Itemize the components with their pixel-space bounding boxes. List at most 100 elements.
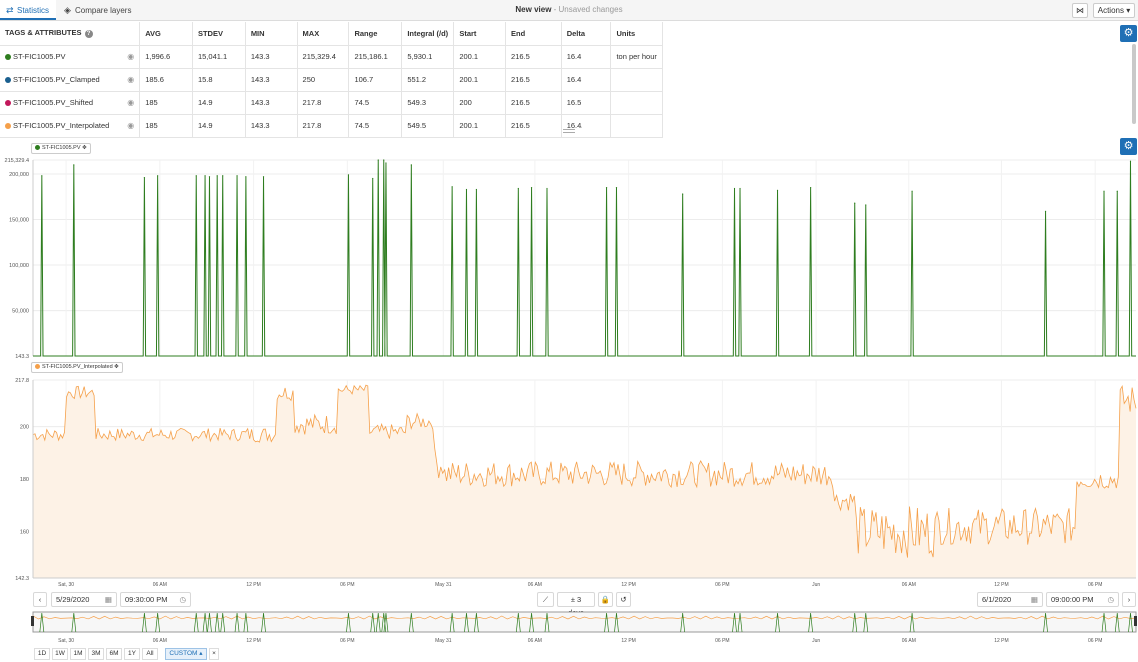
chart-pv[interactable]: 215,329.4 200,000 150,000 100,000 50,000 143.… — [0, 155, 1138, 361]
tag-name-cell[interactable]: ST-FIC1005.PV_Shifted ◉ — [0, 91, 141, 115]
lock-button[interactable]: 🔒 — [598, 592, 613, 607]
table-cell — [610, 68, 663, 92]
x-tick-label: Jun — [812, 582, 820, 588]
eye-icon[interactable]: ◉ — [127, 98, 134, 107]
chart-mode-button[interactable]: ⟋ — [537, 592, 554, 607]
prev-period-button[interactable]: ‹ — [33, 592, 47, 607]
column-header[interactable]: Range — [348, 22, 403, 46]
column-header[interactable]: STDEV — [192, 22, 246, 46]
share-button[interactable]: ⋈ — [1072, 3, 1088, 18]
table-cell: 14.9 — [192, 114, 246, 138]
start-time-field[interactable]: 09:30:00 PM ◷ — [120, 592, 191, 607]
column-header[interactable]: End — [505, 22, 562, 46]
tag-name-cell[interactable]: ST-FIC1005.PV_Interpolated ◉ — [0, 114, 141, 138]
table-cell: 14.9 — [192, 91, 246, 115]
column-header[interactable]: AVG — [139, 22, 193, 46]
data-point — [410, 164, 412, 166]
table-cell: 74.5 — [348, 114, 403, 138]
table-cell: 5,930.1 — [401, 45, 455, 69]
table-scrollbar[interactable] — [1132, 44, 1136, 124]
legend-interpolated[interactable]: ST-FIC1005.PV_Interpolated ✥ — [31, 362, 123, 373]
view-title: New view - Unsaved changes — [515, 5, 623, 14]
table-row[interactable]: ST-FIC1005.PV_Shifted ◉ 185 14.9 143.3 217.8 7… — [0, 91, 663, 115]
y-tick-label: 215,329.4 — [5, 158, 29, 164]
column-header[interactable]: MIN — [245, 22, 298, 46]
calendar-icon[interactable]: ▦ — [1031, 593, 1038, 606]
data-point — [73, 164, 75, 166]
chevron-down-icon: ▾ — [1126, 6, 1131, 15]
column-header[interactable]: Units — [610, 22, 663, 46]
help-icon[interactable]: ? — [84, 30, 93, 39]
data-point — [385, 162, 387, 164]
data-point — [157, 175, 159, 177]
clock-icon[interactable]: ◷ — [1107, 593, 1114, 606]
y-tick-label: 142.3 — [15, 576, 29, 582]
x-tick-label: 12 PM — [246, 638, 260, 644]
x-tick-label: 12 PM — [621, 582, 635, 588]
range-custom-button[interactable]: CUSTOM ▴ — [165, 648, 207, 660]
table-cell: 216.5 — [505, 45, 562, 69]
end-time-field[interactable]: 09:00:00 PM ◷ — [1046, 592, 1119, 607]
y-tick-label: 180 — [20, 477, 29, 483]
column-header[interactable]: Delta — [561, 22, 612, 46]
y-tick-label: 217.8 — [15, 378, 29, 384]
data-point — [615, 187, 618, 189]
table-row[interactable]: ST-FIC1005.PV_Clamped ◉ 185.6 15.8 143.3 250 1… — [0, 68, 663, 92]
x-tick-label: 06 PM — [1088, 638, 1102, 644]
table-cell: 200.1 — [453, 45, 507, 69]
table-row[interactable]: ST-FIC1005.PV ◉ 1,996.6 15,041.1 143.3 215,32… — [0, 45, 663, 69]
x-tick-label: 12 PM — [994, 638, 1008, 644]
range-6m-button[interactable]: 6M — [106, 648, 122, 660]
clock-icon[interactable]: ◷ — [179, 593, 186, 606]
column-header[interactable]: Integral (/d) — [401, 22, 455, 46]
range-1d-button[interactable]: 1D — [34, 648, 50, 660]
time-navigator[interactable]: Sat, 30 06 AM 12 PM 06 PM May 31 06 AM 12 PM 06… — [0, 610, 1138, 646]
close-icon[interactable]: × — [209, 648, 219, 660]
chart-interpolated[interactable]: 217.8 200 180 160 142.3 Sat, 30 06 AM 12 PM 06 P… — [0, 374, 1138, 588]
column-header[interactable]: Start — [453, 22, 507, 46]
table-settings-button[interactable]: ⚙ — [1120, 25, 1137, 42]
table-cell: 216.5 — [505, 114, 562, 138]
x-tick-label: 06 AM — [153, 582, 167, 588]
legend-pv[interactable]: ST-FIC1005.PV ✥ — [31, 143, 91, 154]
range-all-button[interactable]: All — [142, 648, 158, 660]
table-row[interactable]: ST-FIC1005.PV_Interpolated ◉ 185 14.9 143.3 2… — [0, 114, 663, 138]
span-selector[interactable]: ± 3 days — [557, 592, 595, 617]
range-1m-button[interactable]: 1M — [70, 648, 86, 660]
eye-icon[interactable]: ◉ — [127, 52, 134, 61]
calendar-icon[interactable]: ▦ — [105, 593, 112, 606]
eye-icon[interactable]: ◉ — [127, 121, 134, 130]
actions-button[interactable]: Actions ▾ — [1093, 3, 1135, 18]
chart-settings-button[interactable]: ⚙ — [1120, 138, 1137, 155]
resize-handle[interactable] — [563, 129, 575, 133]
range-1y-button[interactable]: 1Y — [124, 648, 140, 660]
gear-icon: ⚙ — [1123, 140, 1134, 152]
data-point — [262, 176, 265, 178]
table-cell: 16.4 — [561, 68, 612, 92]
column-header[interactable]: MAX — [297, 22, 350, 46]
x-tick-label: May 31 — [435, 638, 452, 644]
eye-icon[interactable]: ◉ — [127, 75, 134, 84]
data-point — [372, 177, 374, 180]
range-1w-button[interactable]: 1W — [52, 648, 68, 660]
y-tick-label: 150,000 — [9, 218, 29, 224]
tag-name-cell[interactable]: ST-FIC1005.PV ◉ — [0, 45, 141, 69]
gear-icon: ⚙ — [1123, 27, 1134, 39]
drag-icon: ✥ — [82, 145, 87, 151]
table-cell: 217.8 — [297, 114, 350, 138]
y-tick-label: 160 — [20, 530, 29, 536]
range-3m-button[interactable]: 3M — [88, 648, 104, 660]
data-point — [465, 188, 468, 191]
data-point — [546, 187, 548, 190]
table-cell: 185 — [139, 91, 193, 115]
y-tick-label: 143.3 — [15, 354, 29, 360]
tag-name-cell[interactable]: ST-FIC1005.PV_Clamped ◉ — [0, 68, 141, 92]
next-period-button[interactable]: › — [1122, 592, 1136, 607]
table-cell: 185 — [139, 114, 193, 138]
data-point — [1044, 210, 1047, 212]
start-date-field[interactable]: 5/29/2020 ▦ — [51, 592, 117, 607]
data-point — [222, 175, 224, 177]
end-date-field[interactable]: 6/1/2020 ▦ — [977, 592, 1043, 607]
collapse-icon[interactable]: ^ — [579, 126, 582, 132]
history-button[interactable]: ↺ — [616, 592, 631, 607]
